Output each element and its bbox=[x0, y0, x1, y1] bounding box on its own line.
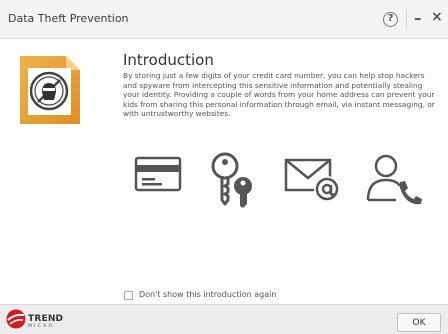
minimize-button[interactable]: – bbox=[414, 9, 422, 27]
trend-micro-logo-icon bbox=[6, 309, 26, 333]
intro-heading: Introduction bbox=[123, 51, 214, 69]
title-bar: Data Theft Prevention ? – × bbox=[0, 0, 448, 39]
title-separator bbox=[406, 9, 407, 29]
brand-sub: MICRO bbox=[28, 324, 55, 329]
help-button[interactable]: ? bbox=[383, 12, 398, 27]
footer-bar: TREND MICRO OK bbox=[0, 304, 448, 334]
email-icon bbox=[284, 152, 342, 208]
intro-description: By storing just a few digits of your cre… bbox=[123, 71, 435, 119]
key-icon bbox=[207, 152, 263, 212]
person-phone-icon bbox=[366, 152, 422, 210]
brand-name: TREND bbox=[28, 314, 64, 324]
window-title: Data Theft Prevention bbox=[8, 12, 129, 25]
dont-show-label[interactable]: Don't show this introduction again bbox=[139, 290, 276, 299]
ok-button[interactable]: OK bbox=[397, 313, 441, 332]
credit-card-icon bbox=[134, 152, 182, 198]
data-theft-document-icon bbox=[20, 56, 80, 128]
dont-show-checkbox[interactable] bbox=[124, 291, 133, 300]
close-button[interactable]: × bbox=[431, 9, 443, 25]
